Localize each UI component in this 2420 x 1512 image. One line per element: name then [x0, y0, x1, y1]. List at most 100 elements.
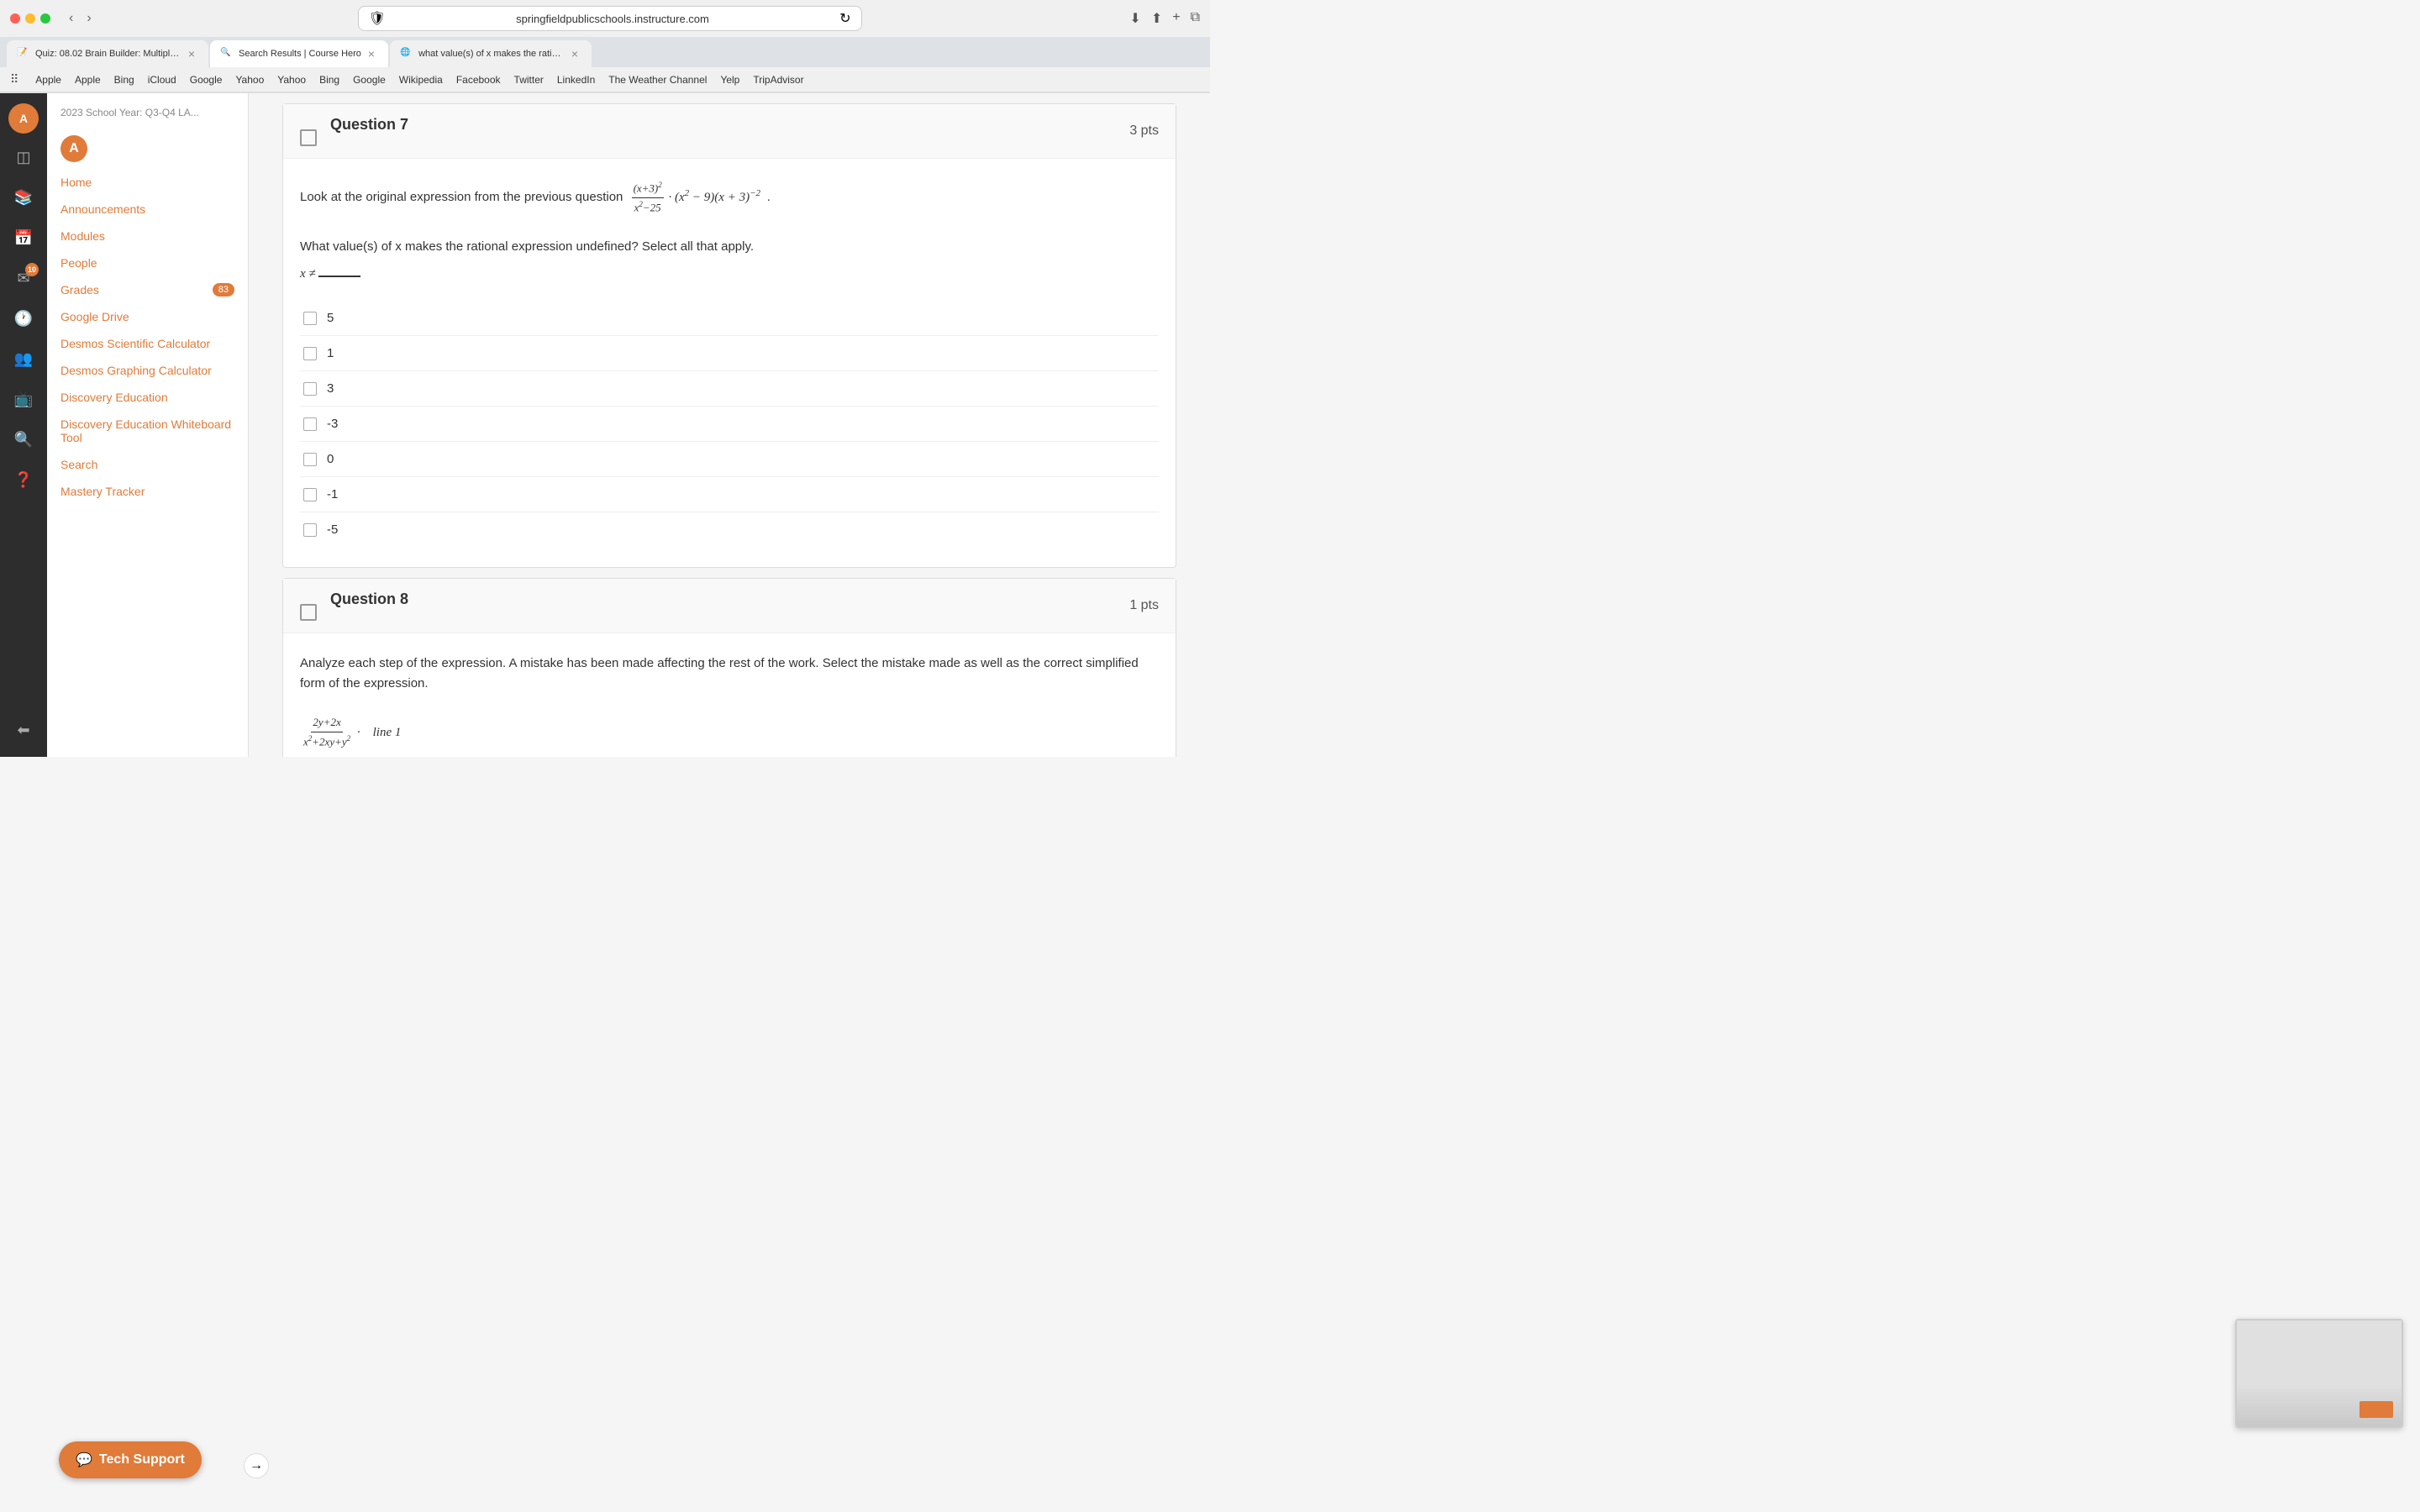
bookmark-yahoo2[interactable]: Yahoo — [277, 74, 306, 86]
course-logo-icon: A — [60, 135, 87, 162]
search-icon: 🔍 — [14, 431, 33, 449]
sidebar-item-groups[interactable]: 👥 — [7, 342, 40, 375]
sidebar-item-search[interactable]: Search — [47, 451, 248, 478]
minimize-traffic-light[interactable] — [25, 13, 35, 24]
bookmark-weather[interactable]: The Weather Channel — [608, 74, 707, 86]
tech-support-icon: 💬 — [76, 1452, 92, 1468]
bookmark-wikipedia[interactable]: Wikipedia — [399, 74, 443, 86]
bookmark-bing1[interactable]: Bing — [114, 74, 134, 86]
sidebar-item-people[interactable]: People — [47, 249, 248, 276]
question-8-math: 2y+2x x2+2xy+y2 · line 1 — [300, 726, 401, 739]
sidebar-item-media[interactable]: 📺 — [7, 382, 40, 416]
sidebar-item-discovery-whiteboard[interactable]: Discovery Education Whiteboard Tool — [47, 411, 248, 451]
tabs-icon[interactable]: ⧉ — [1191, 10, 1200, 27]
download-icon[interactable]: ⬇ — [1129, 10, 1140, 27]
refresh-icon[interactable]: ↻ — [839, 10, 850, 27]
choice-neg1-checkbox[interactable] — [303, 488, 317, 501]
sidebar-item-discovery-education[interactable]: Discovery Education — [47, 384, 248, 411]
fullscreen-traffic-light[interactable] — [40, 13, 50, 24]
question-7-desc-part2: What value(s) of x makes the rational ex… — [300, 239, 754, 254]
sidebar-item-inbox[interactable]: ✉ 10 — [7, 261, 40, 295]
share-icon[interactable]: ⬆ — [1151, 10, 1162, 27]
new-tab-icon[interactable]: + — [1172, 10, 1180, 27]
sidebar-item-history[interactable]: 🕐 — [7, 302, 40, 335]
sidebar-item-calendar[interactable]: 📅 — [7, 221, 40, 255]
bookmark-yelp[interactable]: Yelp — [720, 74, 739, 86]
choice-neg5-label: -5 — [327, 522, 338, 537]
tab-close-quiz[interactable]: × — [188, 47, 195, 60]
sidebar-item-announcements[interactable]: Announcements — [47, 196, 248, 223]
bookmark-google1[interactable]: Google — [190, 74, 223, 86]
tab-quiz[interactable]: 📝 Quiz: 08.02 Brain Builder: Multiply an… — [7, 40, 208, 67]
sidebar-icons: A ◫ 📚 📅 ✉ 10 🕐 👥 📺 🔍 ❓ ⬅ — [0, 93, 47, 757]
bookmark-apple2[interactable]: Apple — [75, 74, 101, 86]
external-icon: ⬅ — [17, 722, 29, 739]
tab-close-coursehero[interactable]: × — [368, 47, 375, 60]
apps-icon[interactable]: ⠿ — [10, 72, 18, 87]
choice-neg3: -3 — [300, 407, 1159, 442]
forward-button[interactable]: › — [82, 9, 96, 28]
sidebar-item-google-drive[interactable]: Google Drive — [47, 303, 248, 330]
question-7-equation-hint: x ≠ — [300, 264, 360, 284]
question-8-card: Question 8 1 pts Analyze each step of th… — [282, 578, 1176, 757]
address-bar[interactable]: 🛡 springfieldpublicschools.instructure.c… — [358, 6, 862, 31]
sidebar-item-desmos-graphing[interactable]: Desmos Graphing Calculator — [47, 357, 248, 384]
sidebar-item-dashboard[interactable]: ◫ — [7, 140, 40, 174]
avatar[interactable]: A — [8, 103, 39, 134]
choice-3-label: 3 — [327, 381, 334, 396]
question-7-checkbox[interactable] — [300, 129, 317, 146]
choice-0-checkbox[interactable] — [303, 453, 317, 466]
choice-5-checkbox[interactable] — [303, 312, 317, 325]
sidebar-item-search[interactable]: 🔍 — [7, 423, 40, 456]
choice-neg3-checkbox[interactable] — [303, 417, 317, 431]
bookmark-icloud[interactable]: iCloud — [148, 74, 176, 86]
tab-coursehero[interactable]: 🔍 Search Results | Course Hero × — [210, 40, 388, 67]
groups-icon: 👥 — [14, 350, 33, 368]
inbox-badge: 10 — [25, 263, 39, 276]
question-7-body: Look at the original expression from the… — [283, 159, 1176, 567]
close-traffic-light[interactable] — [10, 13, 20, 24]
sidebar-item-grades[interactable]: Grades 83 — [47, 276, 248, 303]
question-8-title: Question 8 — [330, 591, 408, 608]
choice-neg1-label: -1 — [327, 487, 338, 501]
sidebar-item-desmos-scientific[interactable]: Desmos Scientific Calculator — [47, 330, 248, 357]
tab-favicon-quiz: 📝 — [17, 48, 29, 60]
shield-icon: 🛡 — [369, 10, 386, 27]
bookmark-linkedin[interactable]: LinkedIn — [557, 74, 595, 86]
sidebar-item-help[interactable]: ❓ — [7, 463, 40, 496]
tech-support-button[interactable]: 💬 Tech Support — [59, 1441, 202, 1478]
choice-neg5-checkbox[interactable] — [303, 523, 317, 537]
tab-label-calculator: what value(s) of x makes the rational ex… — [418, 49, 565, 59]
tab-close-calculator[interactable]: × — [571, 47, 578, 60]
bookmark-apple1[interactable]: Apple — [35, 74, 61, 86]
bookmark-twitter[interactable]: Twitter — [514, 74, 544, 86]
history-icon: 🕐 — [14, 310, 33, 328]
bookmark-tripadvisor[interactable]: TripAdvisor — [753, 74, 803, 86]
bookmark-bing2[interactable]: Bing — [319, 74, 339, 86]
choice-1-checkbox[interactable] — [303, 347, 317, 360]
collapse-sidebar-button[interactable]: → — [244, 1453, 269, 1478]
bookmark-google2[interactable]: Google — [353, 74, 386, 86]
tab-calculator[interactable]: 🌐 what value(s) of x makes the rational … — [390, 40, 592, 67]
choice-1: 1 — [300, 336, 1159, 371]
back-button[interactable]: ‹ — [64, 9, 78, 28]
question-8-text: Analyze each step of the expression. A m… — [300, 654, 1159, 751]
bookmark-yahoo1[interactable]: Yahoo — [235, 74, 264, 86]
sidebar-item-home[interactable]: Home — [47, 169, 248, 196]
choice-5-label: 5 — [327, 311, 334, 325]
tabs-bar: 📝 Quiz: 08.02 Brain Builder: Multiply an… — [0, 37, 1210, 67]
bookmark-facebook[interactable]: Facebook — [456, 74, 501, 86]
sidebar-item-mastery-tracker[interactable]: Mastery Tracker — [47, 478, 248, 505]
sidebar-item-courses[interactable]: 📚 — [7, 181, 40, 214]
thumbnail-bar — [2360, 1401, 2393, 1418]
school-year-label: 2023 School Year: Q3-Q4 LA... — [47, 103, 248, 129]
grades-label: Grades — [60, 283, 99, 297]
page-thumbnail-preview — [2235, 1319, 2403, 1428]
choice-3: 3 — [300, 371, 1159, 407]
question-8-checkbox[interactable] — [300, 604, 317, 621]
choice-3-checkbox[interactable] — [303, 382, 317, 396]
bookmarks-bar: ⠿ Apple Apple Bing iCloud Google Yahoo Y… — [0, 67, 1210, 92]
sidebar-item-modules[interactable]: Modules — [47, 223, 248, 249]
sidebar-item-external[interactable]: ⬅ — [7, 713, 40, 747]
tab-label-coursehero: Search Results | Course Hero — [239, 49, 361, 59]
